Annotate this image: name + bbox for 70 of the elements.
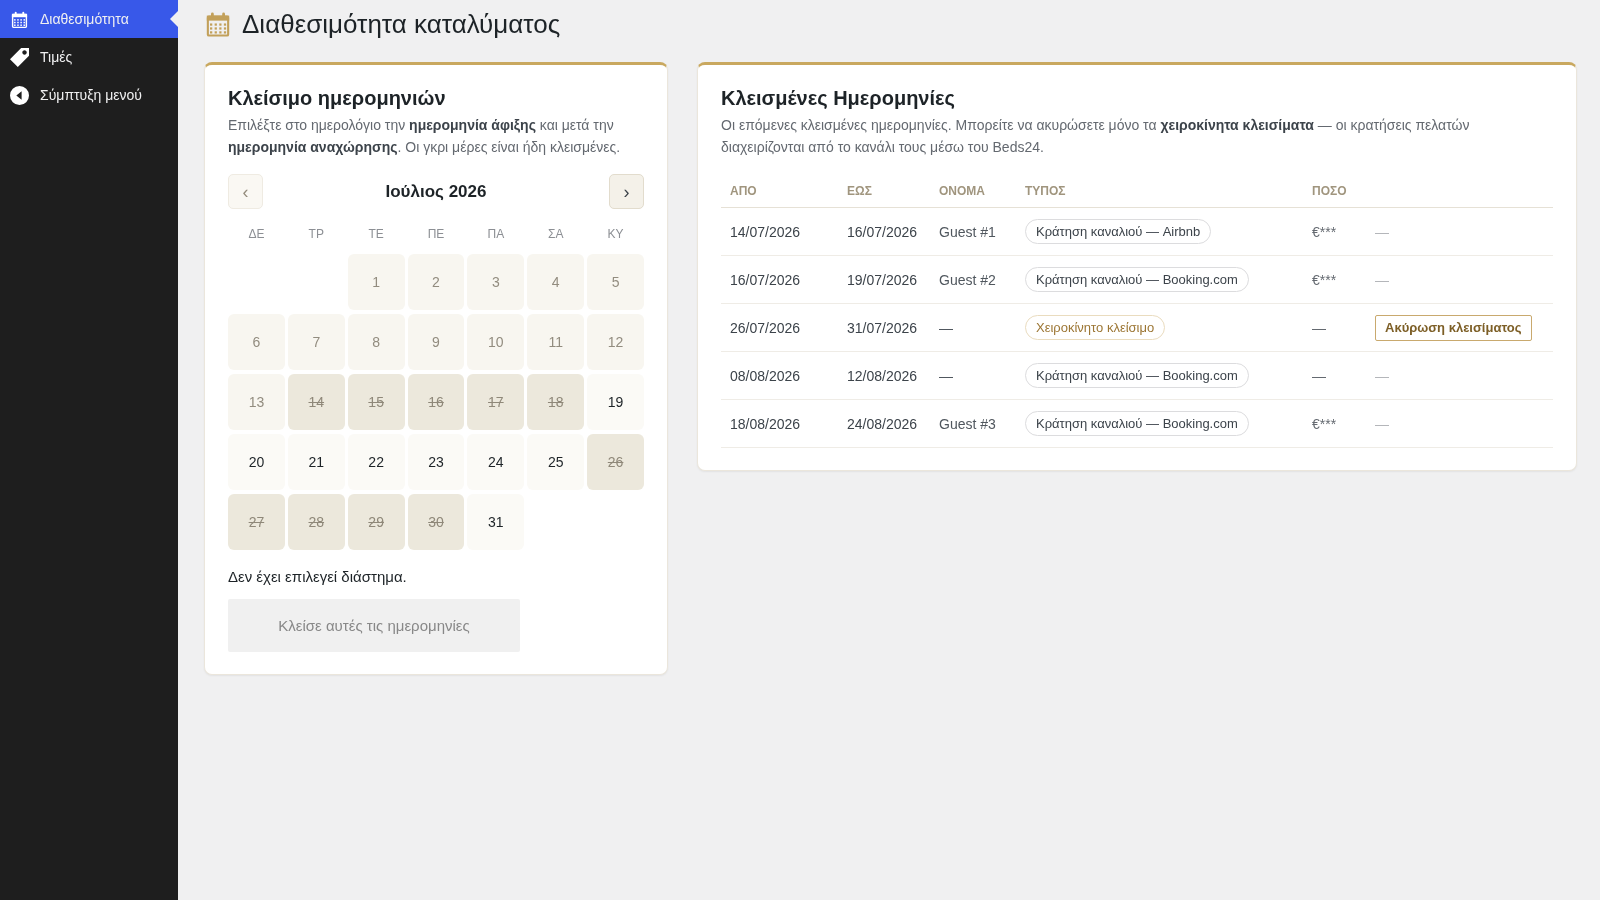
table-cell: — xyxy=(939,319,953,336)
month-title: Ιούλιος 2026 xyxy=(385,181,487,202)
column-header: ΠΟΣΟ xyxy=(1312,183,1347,198)
table-cell: 19/07/2026 xyxy=(847,271,918,288)
weekday-label: ΠΕ xyxy=(427,226,445,243)
day-cell[interactable]: 30 xyxy=(407,494,465,550)
table-cell: 24/08/2026 xyxy=(847,415,918,432)
column-header: ΕΩΣ xyxy=(847,183,872,198)
day-cell[interactable]: 20 xyxy=(228,434,285,490)
circle-arrow-icon xyxy=(10,85,29,105)
day-cell[interactable]: 19 xyxy=(587,374,644,430)
day-cell[interactable]: 23 xyxy=(407,434,465,490)
table-cell: 08/08/2026 xyxy=(730,367,801,384)
table-cell: — xyxy=(1375,271,1389,288)
sidebar-item[interactable]: Σύμπτυξη μενού xyxy=(0,76,178,114)
table-cell: 12/08/2026 xyxy=(847,367,918,384)
card-title: Κλεισμένες Ημερομηνίες xyxy=(721,86,956,111)
next-month-button[interactable]: › xyxy=(609,174,644,209)
table-cell: 14/07/2026 xyxy=(730,223,801,240)
calendar-icon xyxy=(10,9,29,29)
table-cell: — xyxy=(1312,319,1326,336)
table-cell: Guest #2 xyxy=(939,271,996,288)
page-title: Διαθεσιμότητα καταλύματος xyxy=(242,8,561,40)
day-cell[interactable]: 29 xyxy=(347,494,405,550)
column-header: ΑΠΟ xyxy=(730,183,757,198)
day-cell[interactable]: 14 xyxy=(287,374,345,430)
weekday-label: ΣΑ xyxy=(548,226,564,243)
sidebar-item[interactable]: Διαθεσιμότητα xyxy=(0,0,178,38)
table-cell: €*** xyxy=(1312,271,1337,288)
weekday-label: ΤΡ xyxy=(308,226,324,243)
day-cell[interactable]: 27 xyxy=(228,494,285,550)
table-cell: 31/07/2026 xyxy=(847,319,918,336)
table-cell: €*** xyxy=(1312,223,1337,240)
day-cell[interactable]: 17 xyxy=(467,374,525,430)
table-cell: 16/07/2026 xyxy=(730,271,801,288)
card-description: Οι επόμενες κλεισμένες ημερομηνίες. Μπορείτε να ακυρώσετε μόνο τα χειροκίνητα κλεισίματα — οι κρατήσεις πελατών διαχειρίζονται από το κανάλι τους μέσω του Beds24. xyxy=(721,116,1471,157)
tag-icon xyxy=(10,47,29,67)
day-cell[interactable]: 21 xyxy=(287,434,345,490)
day-cell[interactable]: 24 xyxy=(467,434,525,490)
table-cell: — xyxy=(1312,367,1326,384)
table-cell: — xyxy=(1375,223,1389,240)
table-cell: — xyxy=(1375,415,1389,432)
day-cell[interactable]: 28 xyxy=(287,494,345,550)
day-cell[interactable]: 16 xyxy=(407,374,465,430)
day-cell[interactable]: 22 xyxy=(347,434,405,490)
selection-status: Δεν έχει επιλεγεί διάστημα. xyxy=(228,567,408,587)
day-cell[interactable]: 18 xyxy=(527,374,585,430)
weekday-label: ΤΕ xyxy=(368,226,384,243)
weekday-label: ΚΥ xyxy=(607,226,624,243)
table-cell: — xyxy=(939,367,953,384)
card-title: Κλείσιμο ημερομηνιών xyxy=(228,86,447,111)
column-header: ΟΝΟΜΑ xyxy=(939,183,985,198)
weekday-label: ΠΑ xyxy=(487,226,505,243)
day-cell[interactable]: 31 xyxy=(467,494,525,550)
weekday-label: ΔΕ xyxy=(248,226,265,243)
table-cell: Guest #1 xyxy=(939,223,996,240)
table-cell: — xyxy=(1375,367,1389,384)
day-cell[interactable]: 25 xyxy=(527,434,585,490)
column-header: ΤΥΠΟΣ xyxy=(1025,183,1066,198)
sidebar-item[interactable]: Τιμές xyxy=(0,38,178,76)
pointer-icon xyxy=(170,11,178,27)
table-cell: Guest #3 xyxy=(939,415,996,432)
card-description: Επιλέξτε στο ημερολόγιο την ημερομηνία άφιξης και μετά την ημερομηνία αναχώρησης. Οι γκρι μέρες είναι ήδη κλεισμένες. xyxy=(228,116,622,157)
table-cell: 26/07/2026 xyxy=(730,319,801,336)
day-cell[interactable]: 15 xyxy=(347,374,405,430)
table-cell: 18/08/2026 xyxy=(730,415,801,432)
day-cell[interactable]: 26 xyxy=(587,434,644,490)
cancel-button[interactable]: Ακύρωση κλεισίματος xyxy=(1375,314,1532,341)
table-cell: €*** xyxy=(1312,415,1337,432)
table-cell: 16/07/2026 xyxy=(847,223,918,240)
